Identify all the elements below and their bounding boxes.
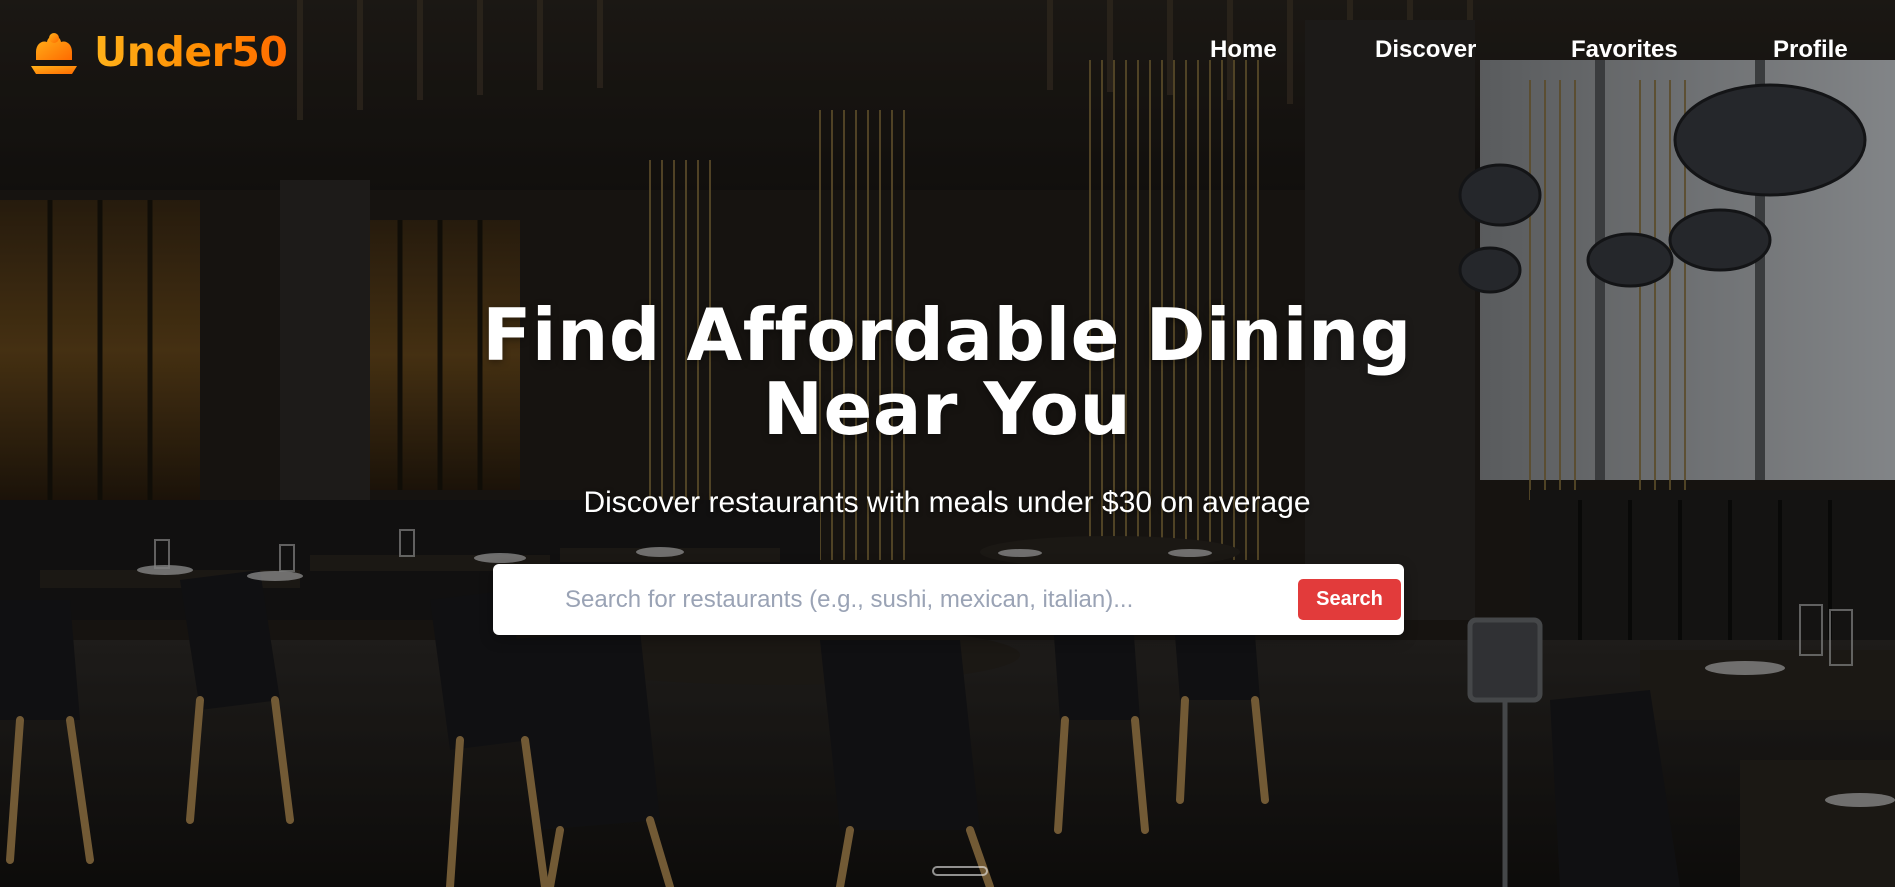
hero-title: Find Affordable Dining Near You xyxy=(482,293,1412,451)
top-navbar: Under50 Home Discover Favorites Profile xyxy=(0,0,1895,104)
scroll-indicator[interactable] xyxy=(932,866,988,876)
search-bar: Search xyxy=(493,564,1404,635)
nav-link-discover[interactable]: Discover xyxy=(1375,36,1476,64)
hero-subtitle: Discover restaurants with meals under $3… xyxy=(583,486,1311,519)
search-button[interactable]: Search xyxy=(1298,579,1401,620)
chef-hat-icon xyxy=(31,33,77,74)
brand-logo[interactable]: Under50 xyxy=(28,26,288,78)
nav-link-profile[interactable]: Profile xyxy=(1773,36,1848,64)
nav-link-home[interactable]: Home xyxy=(1210,36,1277,64)
nav-link-favorites[interactable]: Favorites xyxy=(1571,36,1678,64)
search-input[interactable] xyxy=(563,574,1267,626)
brand-name: Under50 xyxy=(94,28,288,76)
